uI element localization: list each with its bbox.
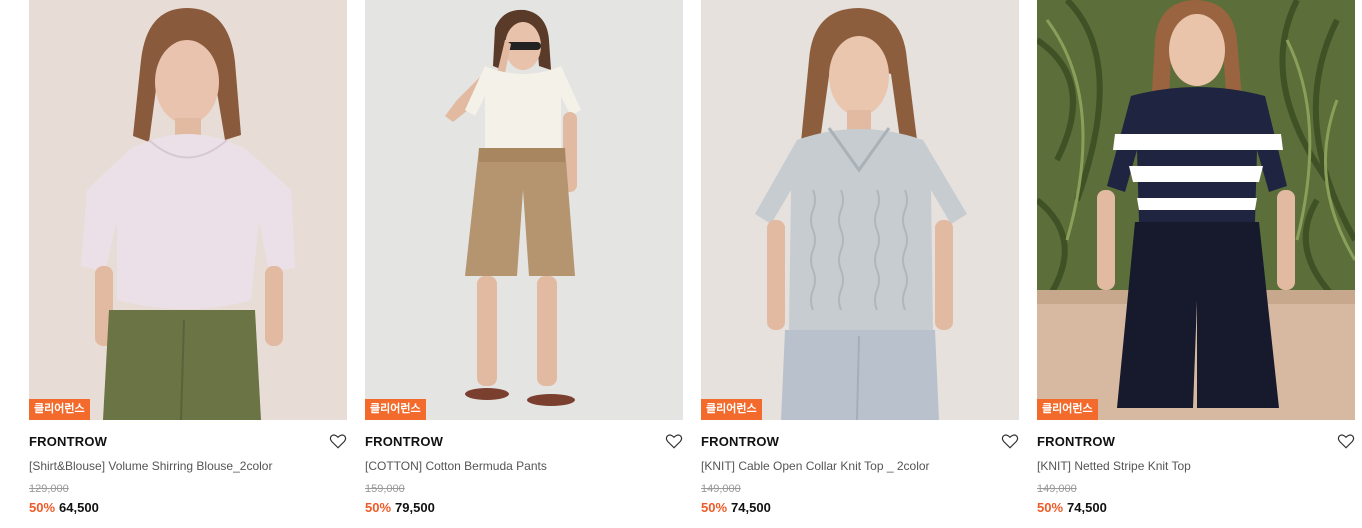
heart-icon[interactable] xyxy=(1337,432,1355,450)
product-name[interactable]: [COTTON] Cotton Bermuda Pants xyxy=(365,458,683,474)
sale-price: 79,500 xyxy=(395,500,435,515)
heart-icon[interactable] xyxy=(329,432,347,450)
clearance-badge: 클리어런스 xyxy=(701,399,762,420)
brand-name[interactable]: FRONTROW xyxy=(365,434,683,450)
product-image[interactable]: 클리어런스 xyxy=(701,0,1019,420)
product-image[interactable]: 클리어런스 xyxy=(29,0,347,420)
sale-price-row: 50% 74,500 xyxy=(1037,500,1355,516)
product-image[interactable]: 클리어런스 xyxy=(1037,0,1355,420)
brand-name[interactable]: FRONTROW xyxy=(1037,434,1355,450)
product-name[interactable]: [Shirt&Blouse] Volume Shirring Blouse_2c… xyxy=(29,458,347,474)
sale-price: 74,500 xyxy=(1067,500,1107,515)
sale-price: 64,500 xyxy=(59,500,99,515)
original-price: 129,000 xyxy=(29,483,69,495)
sale-price-row: 50% 79,500 xyxy=(365,500,683,516)
original-price: 149,000 xyxy=(701,483,741,495)
product-card[interactable]: 클리어런스 FRONTROW [KNIT] Netted Stripe Knit… xyxy=(1037,0,1355,528)
clearance-badge: 클리어런스 xyxy=(1037,399,1098,420)
product-name[interactable]: [KNIT] Netted Stripe Knit Top xyxy=(1037,458,1355,474)
brand-name[interactable]: FRONTROW xyxy=(29,434,347,450)
product-photo-stripe-knit xyxy=(1037,0,1355,420)
original-price: 159,000 xyxy=(365,483,405,495)
discount-rate: 50% xyxy=(1037,500,1064,515)
product-info: FRONTROW [KNIT] Netted Stripe Knit Top 1… xyxy=(1037,420,1355,516)
sale-price-row: 50% 74,500 xyxy=(701,500,1019,516)
original-price: 149,000 xyxy=(1037,483,1077,495)
product-info: FRONTROW [KNIT] Cable Open Collar Knit T… xyxy=(701,420,1019,516)
product-photo-bermuda-pants xyxy=(365,0,683,420)
product-card[interactable]: 클리어런스 FRONTROW [Shirt&Blouse] Volume Shi… xyxy=(29,0,347,528)
heart-icon[interactable] xyxy=(1001,432,1019,450)
clearance-badge: 클리어런스 xyxy=(365,399,426,420)
discount-rate: 50% xyxy=(365,500,392,515)
product-info: FRONTROW [COTTON] Cotton Bermuda Pants 1… xyxy=(365,420,683,516)
sale-price-row: 50% 64,500 xyxy=(29,500,347,516)
sale-price: 74,500 xyxy=(731,500,771,515)
product-image[interactable]: 클리어런스 xyxy=(365,0,683,420)
product-photo-blouse xyxy=(29,0,347,420)
product-card[interactable]: 클리어런스 FRONTROW [COTTON] Cotton Bermuda P… xyxy=(365,0,683,528)
heart-icon[interactable] xyxy=(665,432,683,450)
discount-rate: 50% xyxy=(701,500,728,515)
product-info: FRONTROW [Shirt&Blouse] Volume Shirring … xyxy=(29,420,347,516)
product-grid: 클리어런스 FRONTROW [Shirt&Blouse] Volume Shi… xyxy=(29,0,1355,528)
discount-rate: 50% xyxy=(29,500,56,515)
brand-name[interactable]: FRONTROW xyxy=(701,434,1019,450)
product-photo-cable-knit xyxy=(701,0,1019,420)
product-card[interactable]: 클리어런스 FRONTROW [KNIT] Cable Open Collar … xyxy=(701,0,1019,528)
clearance-badge: 클리어런스 xyxy=(29,399,90,420)
product-name[interactable]: [KNIT] Cable Open Collar Knit Top _ 2col… xyxy=(701,458,1019,474)
